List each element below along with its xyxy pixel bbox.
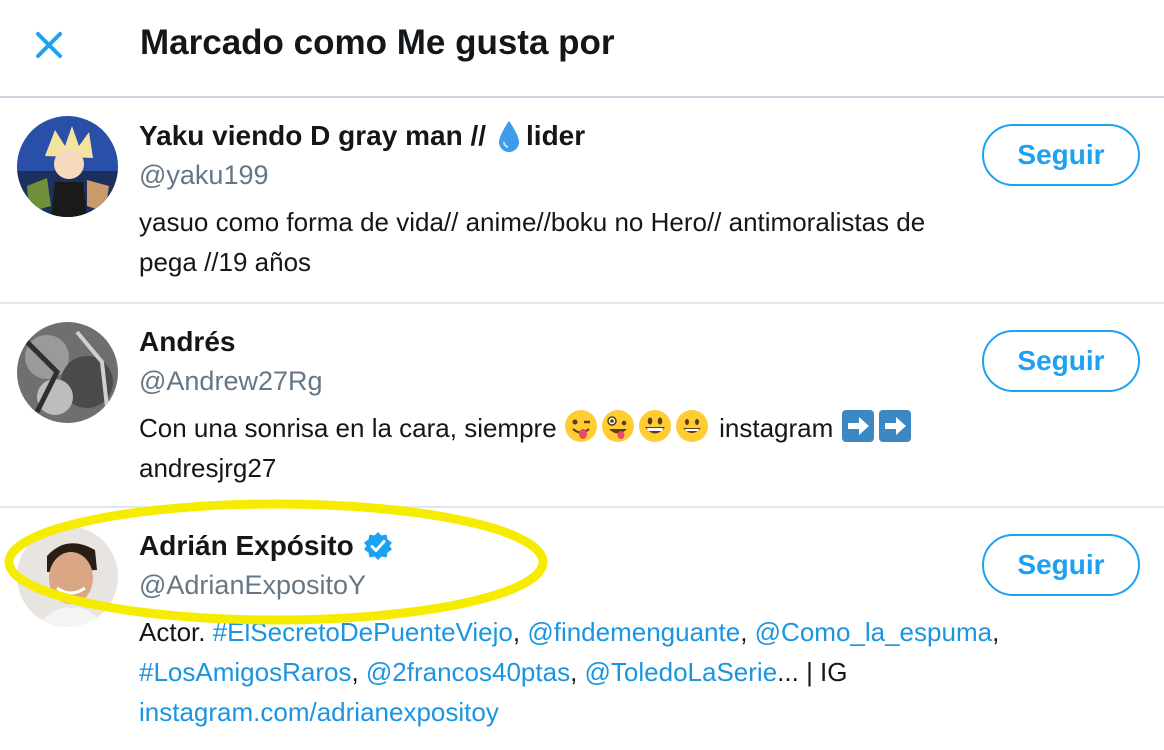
user-list-item[interactable]: Yaku viendo D gray man // lider @yaku199…	[0, 98, 1164, 304]
bio-link[interactable]: @Como_la_espuma	[755, 617, 992, 647]
bio-line: Actor. #ElSecretoDePuenteViejo, @findeme…	[139, 617, 1000, 647]
winking-tongue-emoji	[564, 409, 598, 443]
close-icon[interactable]	[30, 26, 68, 64]
follow-button[interactable]: Seguir	[982, 534, 1140, 596]
user-handle: @AdrianExpositoY	[139, 570, 367, 600]
user-list-item[interactable]: Andrés @Andrew27Rg Con una sonrisa en la…	[0, 304, 1164, 508]
bio-link[interactable]: @findemenguante	[527, 617, 740, 647]
bio-text: Actor.	[139, 617, 213, 647]
right-arrow-emoji	[878, 409, 912, 443]
right-arrow-emoji	[841, 409, 875, 443]
user-bio: yasuo como forma de vida// anime//boku n…	[139, 202, 1139, 282]
verified-badge-icon	[362, 530, 394, 562]
bio-line: pega //19 años	[139, 247, 312, 277]
avatar[interactable]	[17, 322, 118, 423]
grinning-emoji	[638, 409, 672, 443]
avatar[interactable]	[17, 526, 118, 627]
bio-line: #LosAmigosRaros, @2francos40ptas, @Toled…	[139, 657, 848, 687]
follow-button[interactable]: Seguir	[982, 330, 1140, 392]
bio-link[interactable]: @2francos40ptas	[366, 657, 570, 687]
user-name-suffix: lider	[526, 120, 586, 151]
zany-face-emoji	[601, 409, 635, 443]
bio-link[interactable]: @ToledoLaSerie	[585, 657, 778, 687]
user-bio: Actor. #ElSecretoDePuenteViejo, @findeme…	[139, 612, 1139, 732]
user-name[interactable]: Adrián Expósito	[139, 528, 394, 564]
user-bio: Con una sonrisa en la cara, siempre inst…	[139, 408, 1139, 488]
modal-header: Marcado como Me gusta por	[0, 0, 1164, 98]
user-name[interactable]: Andrés	[139, 324, 235, 360]
bio-line: Con una sonrisa en la cara, siempre inst…	[139, 408, 1139, 448]
modal-title: Marcado como Me gusta por	[140, 23, 615, 62]
follow-button[interactable]: Seguir	[982, 124, 1140, 186]
user-name-text: Adrián Expósito	[139, 530, 354, 561]
avatar[interactable]	[17, 116, 118, 217]
bio-link[interactable]: #LosAmigosRaros	[139, 657, 351, 687]
bio-line: andresjrg27	[139, 453, 277, 483]
bio-text: ... | IG	[777, 657, 848, 687]
bio-link[interactable]: #ElSecretoDePuenteViejo	[213, 617, 513, 647]
droplet-icon	[496, 119, 522, 153]
user-name-text: Yaku viendo D gray man //	[139, 120, 487, 151]
bio-text: Con una sonrisa en la cara, siempre	[139, 413, 564, 443]
bio-link[interactable]: instagram.com/adrianexpositoy	[139, 692, 1139, 732]
bio-text: instagram	[719, 413, 841, 443]
user-name[interactable]: Yaku viendo D gray man // lider	[139, 118, 585, 154]
user-list-item[interactable]: Adrián Expósito @AdrianExpositoY Actor. …	[0, 508, 1164, 750]
grinning-face-emoji	[675, 409, 709, 443]
bio-line: yasuo como forma de vida// anime//boku n…	[139, 207, 926, 237]
user-handle: @Andrew27Rg	[139, 366, 323, 396]
user-handle: @yaku199	[139, 160, 269, 190]
